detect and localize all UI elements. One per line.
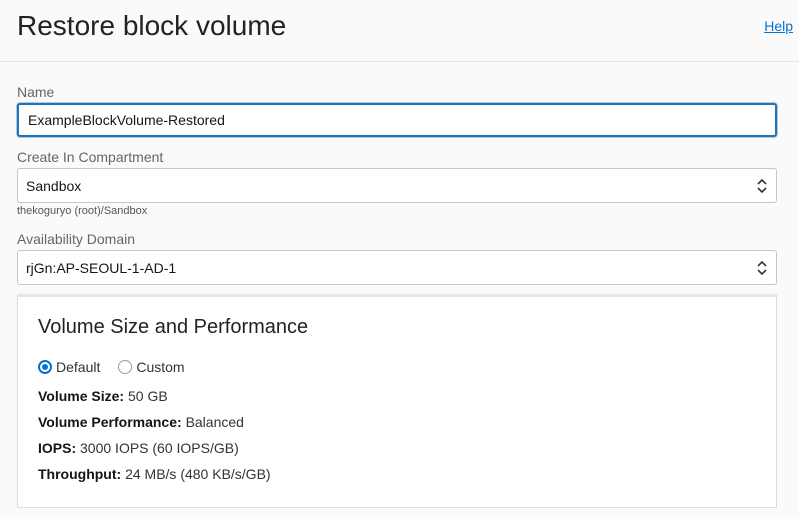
radio-label: Custom [136, 359, 185, 375]
panel-title: Volume Size and Performance [38, 316, 309, 338]
radio-label: Default [56, 359, 101, 375]
compartment-select[interactable]: Sandbox [17, 168, 777, 203]
radio-option-default[interactable]: Default [38, 359, 100, 375]
compartment-select-value: Sandbox [26, 178, 82, 194]
availability-domain-label: Availability Domain [17, 231, 136, 247]
volume-size-info: Volume Size: 50 GB [38, 388, 168, 404]
chevron-up-down-icon [757, 178, 767, 194]
info-label: IOPS: [38, 440, 77, 456]
info-label: Throughput: [38, 466, 122, 482]
throughput-info: Throughput: 24 MB/s (480 KB/s/GB) [38, 466, 271, 482]
help-link[interactable]: Help [764, 18, 793, 34]
availability-domain-select-value: rjGn:AP-SEOUL-1-AD-1 [26, 260, 177, 276]
iops-info: IOPS: 3000 IOPS (60 IOPS/GB) [38, 440, 239, 456]
info-label: Volume Size: [38, 388, 125, 404]
info-value: 3000 IOPS (60 IOPS/GB) [80, 440, 239, 456]
radio-icon[interactable] [38, 360, 52, 374]
page-title: Restore block volume [17, 10, 287, 41]
availability-domain-select[interactable]: rjGn:AP-SEOUL-1-AD-1 [17, 250, 777, 285]
form-content: Name Create In Compartment Sandbox theko… [0, 62, 799, 517]
name-input[interactable] [17, 103, 777, 137]
name-label: Name [17, 84, 55, 100]
page-header: Restore block volume Help [0, 0, 799, 62]
info-value: 50 GB [127, 388, 168, 404]
performance-radio-group: Default Custom [38, 358, 203, 376]
compartment-label: Create In Compartment [17, 149, 164, 165]
compartment-path-hint: thekoguryo (root)/Sandbox [17, 205, 148, 217]
radio-icon[interactable] [118, 360, 133, 374]
radio-option-custom[interactable]: Custom [118, 359, 185, 375]
info-value: Balanced [185, 414, 244, 430]
chevron-up-down-icon [757, 260, 767, 276]
info-label: Volume Performance: [38, 414, 182, 430]
info-value: 24 MB/s (480 KB/s/GB) [125, 466, 271, 482]
volume-size-performance-panel: Volume Size and Performance Default Cust… [17, 294, 777, 508]
volume-performance-info: Volume Performance: Balanced [38, 414, 244, 430]
